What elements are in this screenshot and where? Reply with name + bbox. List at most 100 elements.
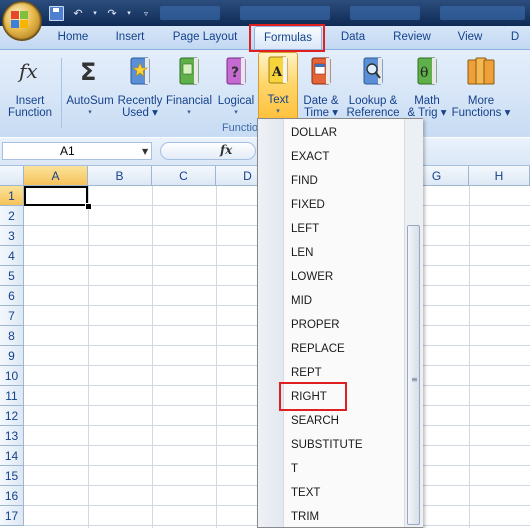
fill-handle[interactable]	[85, 203, 92, 210]
active-cell-a1[interactable]	[24, 186, 88, 206]
tab-review[interactable]: Review	[386, 26, 438, 49]
menu-scroll-thumb[interactable]: ≡	[407, 225, 420, 525]
insert-function-button[interactable]: fx Insert Function	[4, 54, 56, 126]
column-header-c[interactable]: C	[152, 166, 216, 186]
lookup-reference-button[interactable]: Lookup & Reference ▾	[343, 54, 403, 131]
lookup-reference-label-1: Lookup &	[348, 95, 398, 107]
row-header-10[interactable]: 10	[0, 366, 24, 386]
function-item-lower[interactable]: LOWER	[291, 266, 333, 288]
function-item-trim[interactable]: TRIM	[291, 506, 319, 528]
function-item-search[interactable]: SEARCH	[291, 410, 339, 432]
row-header-15[interactable]: 15	[0, 466, 24, 486]
function-item-fixed[interactable]: FIXED	[291, 194, 325, 216]
more-functions-label-1: More	[467, 95, 495, 107]
autosum-button[interactable]: Σ AutoSum ▾	[64, 54, 116, 126]
recently-used-label-1: Recently	[117, 95, 163, 107]
function-item-substitute[interactable]: SUBSTITUTE	[291, 434, 363, 456]
function-item-rept[interactable]: REPT	[291, 362, 322, 384]
function-item-left[interactable]: LEFT	[291, 218, 319, 240]
tab-overflow[interactable]: D	[505, 26, 525, 49]
text-arrow: ▾	[276, 108, 280, 115]
scroll-grip-icon: ≡	[411, 375, 418, 384]
date-time-button[interactable]: Date & Time ▾	[299, 54, 343, 126]
logical-arrow: ▾	[234, 109, 238, 116]
math-trig-button[interactable]: θ Math & Trig ▾	[404, 54, 450, 126]
logical-label: Logical	[217, 95, 255, 107]
function-item-mid[interactable]: MID	[291, 290, 312, 312]
redo-dropdown-icon[interactable]: ▾	[126, 5, 132, 21]
function-item-right[interactable]: RIGHT	[291, 386, 327, 408]
row-header-13[interactable]: 13	[0, 426, 24, 446]
star-book-icon	[130, 57, 150, 85]
date-time-label-1: Date &	[303, 95, 339, 107]
row-header-14[interactable]: 14	[0, 446, 24, 466]
function-item-replace[interactable]: REPLACE	[291, 338, 345, 360]
logical-button[interactable]: ? Logical ▾	[214, 54, 258, 126]
svg-text:?: ?	[231, 65, 239, 81]
row-header-11[interactable]: 11	[0, 386, 24, 406]
row-header-8[interactable]: 8	[0, 326, 24, 346]
row-header-16[interactable]: 16	[0, 486, 24, 506]
customize-qat-icon[interactable]: ▿	[138, 5, 154, 21]
autosum-label: AutoSum	[66, 95, 114, 107]
function-item-len[interactable]: LEN	[291, 242, 313, 264]
function-item-t[interactable]: T	[291, 458, 298, 480]
function-item-dollar[interactable]: DOLLAR	[291, 122, 337, 144]
svg-text:fx: fx	[17, 59, 38, 83]
more-functions-label-2: Functions ▾	[451, 107, 511, 119]
financial-button[interactable]: Financial ▾	[164, 54, 214, 126]
text-book-icon: A	[268, 56, 288, 84]
row-header-4[interactable]: 4	[0, 246, 24, 266]
row-header-1[interactable]: 1	[0, 186, 24, 206]
name-box-dropdown-icon[interactable]: ▼	[142, 147, 148, 156]
fx-icon: fx	[17, 59, 38, 83]
column-header-a[interactable]: A	[24, 166, 88, 186]
financial-label: Financial	[165, 95, 213, 107]
column-header-b[interactable]: B	[88, 166, 152, 186]
office-logo-icon	[11, 11, 28, 28]
undo-icon[interactable]: ↶	[70, 5, 86, 21]
recently-used-button[interactable]: Recently Used ▾	[116, 54, 164, 126]
tab-insert[interactable]: Insert	[106, 26, 154, 49]
tab-view[interactable]: View	[450, 26, 490, 49]
row-header-5[interactable]: 5	[0, 266, 24, 286]
magnifier-book-icon	[363, 57, 383, 85]
text-functions-button[interactable]: A Text ▾	[258, 52, 298, 122]
recently-used-label-2: Used ▾	[122, 107, 158, 119]
name-box[interactable]: A1	[2, 142, 152, 160]
insert-function-label-1: Insert	[15, 95, 45, 107]
more-books-icon	[467, 57, 495, 85]
formula-bar-buttons	[160, 142, 256, 160]
theta-book-icon: θ	[417, 57, 437, 85]
column-header-h[interactable]: H	[469, 166, 530, 186]
insert-function-fx-icon[interactable]: fx	[220, 143, 232, 157]
more-functions-button[interactable]: More Functions ▾	[450, 54, 512, 126]
svg-text:θ: θ	[420, 65, 428, 81]
redo-icon[interactable]: ↷	[104, 5, 120, 21]
math-trig-label-1: Math	[414, 95, 440, 107]
row-header-7[interactable]: 7	[0, 306, 24, 326]
row-header-17[interactable]: 17	[0, 506, 24, 526]
row-header-12[interactable]: 12	[0, 406, 24, 426]
row-header-9[interactable]: 9	[0, 346, 24, 366]
financial-arrow: ▾	[187, 109, 191, 116]
svg-text:Σ: Σ	[80, 58, 96, 86]
insert-function-label-2: Function	[7, 107, 53, 119]
tab-home[interactable]: Home	[50, 26, 96, 49]
function-item-exact[interactable]: EXACT	[291, 146, 329, 168]
calendar-book-icon	[311, 57, 331, 85]
row-header-6[interactable]: 6	[0, 286, 24, 306]
sigma-icon: Σ	[80, 58, 96, 86]
tab-data[interactable]: Data	[333, 26, 373, 49]
row-header-3[interactable]: 3	[0, 226, 24, 246]
select-all-corner[interactable]	[0, 166, 24, 186]
function-item-find[interactable]: FIND	[291, 170, 318, 192]
undo-dropdown-icon[interactable]: ▾	[92, 5, 98, 21]
save-icon[interactable]	[48, 5, 64, 21]
tab-formulas[interactable]: Formulas	[254, 26, 322, 49]
function-item-proper[interactable]: PROPER	[291, 314, 340, 336]
tab-page-layout[interactable]: Page Layout	[166, 26, 244, 49]
function-item-text[interactable]: TEXT	[291, 482, 320, 504]
row-header-2[interactable]: 2	[0, 206, 24, 226]
menu-scrollbar[interactable]: ≡	[404, 119, 423, 527]
